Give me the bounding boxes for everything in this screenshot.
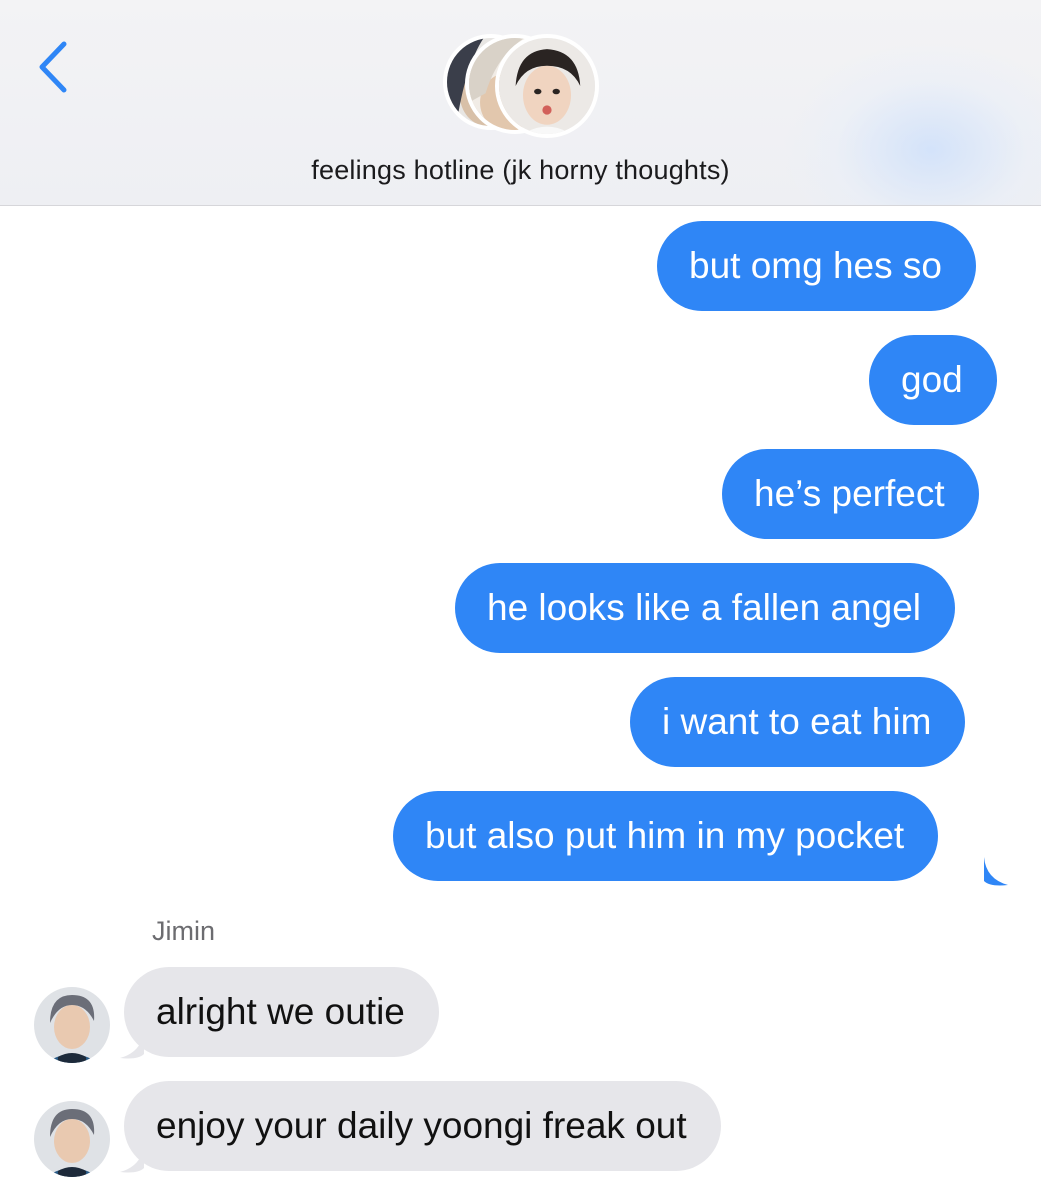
incoming-message[interactable]: alright we outie: [124, 967, 439, 1057]
conversation-header: feelings hotline (jk horny thoughts): [0, 0, 1041, 206]
conversation-title[interactable]: feelings hotline (jk horny thoughts): [0, 155, 1041, 186]
group-avatars[interactable]: [443, 34, 599, 138]
outgoing-message[interactable]: but also put him in my pocket: [393, 791, 939, 881]
member-avatar-3: [495, 34, 599, 138]
avatar[interactable]: [34, 987, 110, 1063]
message-text: but also put him in my pocket: [425, 815, 905, 856]
back-button[interactable]: [30, 38, 74, 96]
sender-name: Jimin: [152, 916, 216, 946]
message-text: i want to eat him: [662, 701, 932, 742]
incoming-bubble-tail: [120, 1144, 144, 1173]
outgoing-bubble-tail: [984, 857, 1008, 886]
message-text: he looks like a fallen angel: [487, 587, 922, 628]
outgoing-message[interactable]: i want to eat him: [630, 677, 966, 767]
outgoing-message[interactable]: he’s perfect: [722, 449, 979, 539]
message-text: but omg hes so: [689, 245, 942, 286]
avatar[interactable]: [34, 1101, 110, 1177]
incoming-bubble-tail: [120, 1030, 144, 1059]
message-text: he’s perfect: [754, 473, 945, 514]
incoming-message[interactable]: enjoy your daily yoongi freak out: [124, 1081, 721, 1171]
outgoing-message[interactable]: he looks like a fallen angel: [455, 563, 956, 653]
outgoing-message[interactable]: but omg hes so: [657, 221, 976, 311]
message-list[interactable]: but omg hes so god he’s perfect he looks…: [0, 207, 1041, 1200]
chevron-left-icon: [39, 41, 67, 93]
message-text: enjoy your daily yoongi freak out: [156, 1105, 687, 1146]
message-text: alright we outie: [156, 991, 405, 1032]
outgoing-message[interactable]: god: [869, 335, 997, 425]
message-text: god: [901, 359, 963, 400]
